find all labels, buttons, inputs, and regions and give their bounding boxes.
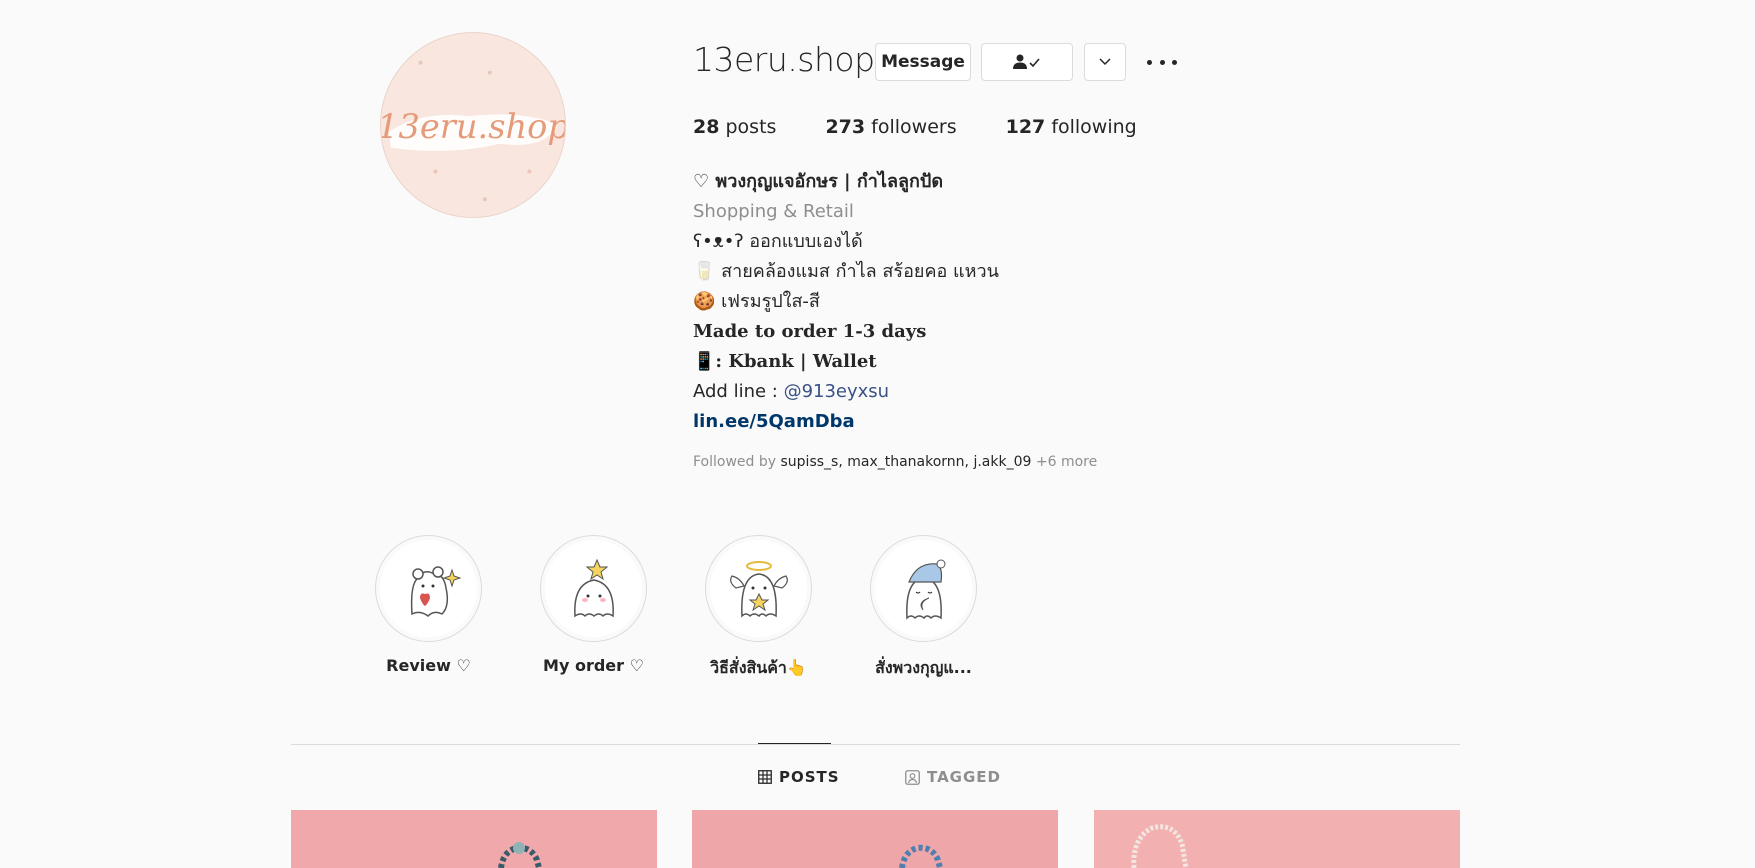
post-thumbnail[interactable] <box>692 810 1058 868</box>
followed-by[interactable]: Followed by supiss_s, max_thanakornn, j.… <box>693 454 1097 470</box>
bio-name: ♡ พวงกุญแจอักษร | กำไลลูกปัด <box>693 171 944 192</box>
logo-text: 13eru.shop <box>381 107 565 146</box>
profile-avatar[interactable]: 13eru.shop <box>380 32 566 218</box>
followers-stat[interactable]: 273 followers <box>825 116 956 138</box>
highlight-label: Review ♡ <box>386 656 471 675</box>
tabs-divider <box>291 744 1460 745</box>
bio-line-contact: Add line : @913eyxsu <box>693 381 890 402</box>
bear-ghost-heart-icon <box>410 565 462 617</box>
following-stat[interactable]: 127 following <box>1006 116 1137 138</box>
bio-line: 🍪 เฟรมรูปใส-สี <box>693 291 820 312</box>
posts-stat: 28 posts <box>693 116 777 138</box>
highlight-label: My order ♡ <box>543 656 644 675</box>
story-highlights: Review ♡ My order ♡ วิธีสั่งสินค้า👆 สั่ง… <box>346 535 1006 681</box>
suggested-dropdown-button[interactable] <box>1084 43 1126 81</box>
highlight-label: สั่งพวงกุญแ... <box>875 658 972 677</box>
highlight-item[interactable]: วิธีสั่งสินค้า👆 <box>676 535 841 681</box>
highlight-item[interactable]: สั่งพวงกุญแ... <box>841 535 1006 681</box>
bio-category: Shopping & Retail <box>693 201 854 222</box>
post-thumbnail[interactable] <box>1094 810 1460 868</box>
person-check-icon <box>1013 54 1040 69</box>
profile-bio: ♡ พวงกุญแจอักษร | กำไลลูกปัด Shopping & … <box>693 167 999 437</box>
highlight-label: วิธีสั่งสินค้า👆 <box>710 658 807 677</box>
highlight-item[interactable]: My order ♡ <box>511 535 676 681</box>
tab-tagged-label: TAGGED <box>927 768 1001 786</box>
shop-logo-icon: 13eru.shop <box>381 33 565 217</box>
tab-posts[interactable]: POSTS <box>758 768 840 786</box>
bead-bracelet-image <box>692 810 1058 868</box>
bio-line: 🥛 สายคล้องแมส กำไล สร้อยคอ แหวน <box>693 261 999 282</box>
ghost-star-icon <box>573 558 614 617</box>
sleepy-ghost-icon <box>905 559 945 620</box>
highlight-item[interactable]: Review ♡ <box>346 535 511 681</box>
grid-icon <box>758 770 772 784</box>
bead-bracelet-image <box>1094 810 1460 868</box>
following-button[interactable] <box>981 43 1073 81</box>
profile-stats: 28 posts 273 followers 127 following <box>693 116 1186 138</box>
bio-line: ʕ•ᴥ•ʔ ออกแบบเองได้ <box>693 231 863 252</box>
bio-website-link[interactable]: lin.ee/5QamDba <box>693 407 999 437</box>
post-thumbnail[interactable] <box>291 810 657 868</box>
active-tab-indicator <box>758 743 831 744</box>
more-options-icon[interactable] <box>1147 52 1177 72</box>
chevron-down-icon <box>1099 58 1111 66</box>
line-mention-link[interactable]: @913eyxsu <box>784 381 890 402</box>
tagged-person-icon <box>905 769 920 785</box>
profile-username: 13eru.shop <box>693 40 875 79</box>
angel-ghost-icon <box>729 560 788 618</box>
bead-bracelet-image <box>291 810 657 868</box>
message-button[interactable]: Message <box>875 43 971 81</box>
tab-tagged[interactable]: TAGGED <box>905 768 1001 786</box>
tab-posts-label: POSTS <box>779 768 840 786</box>
bio-line: 📱: Kbank | Wallet <box>693 351 877 372</box>
bio-line: Made to order 1-3 days <box>693 321 927 342</box>
